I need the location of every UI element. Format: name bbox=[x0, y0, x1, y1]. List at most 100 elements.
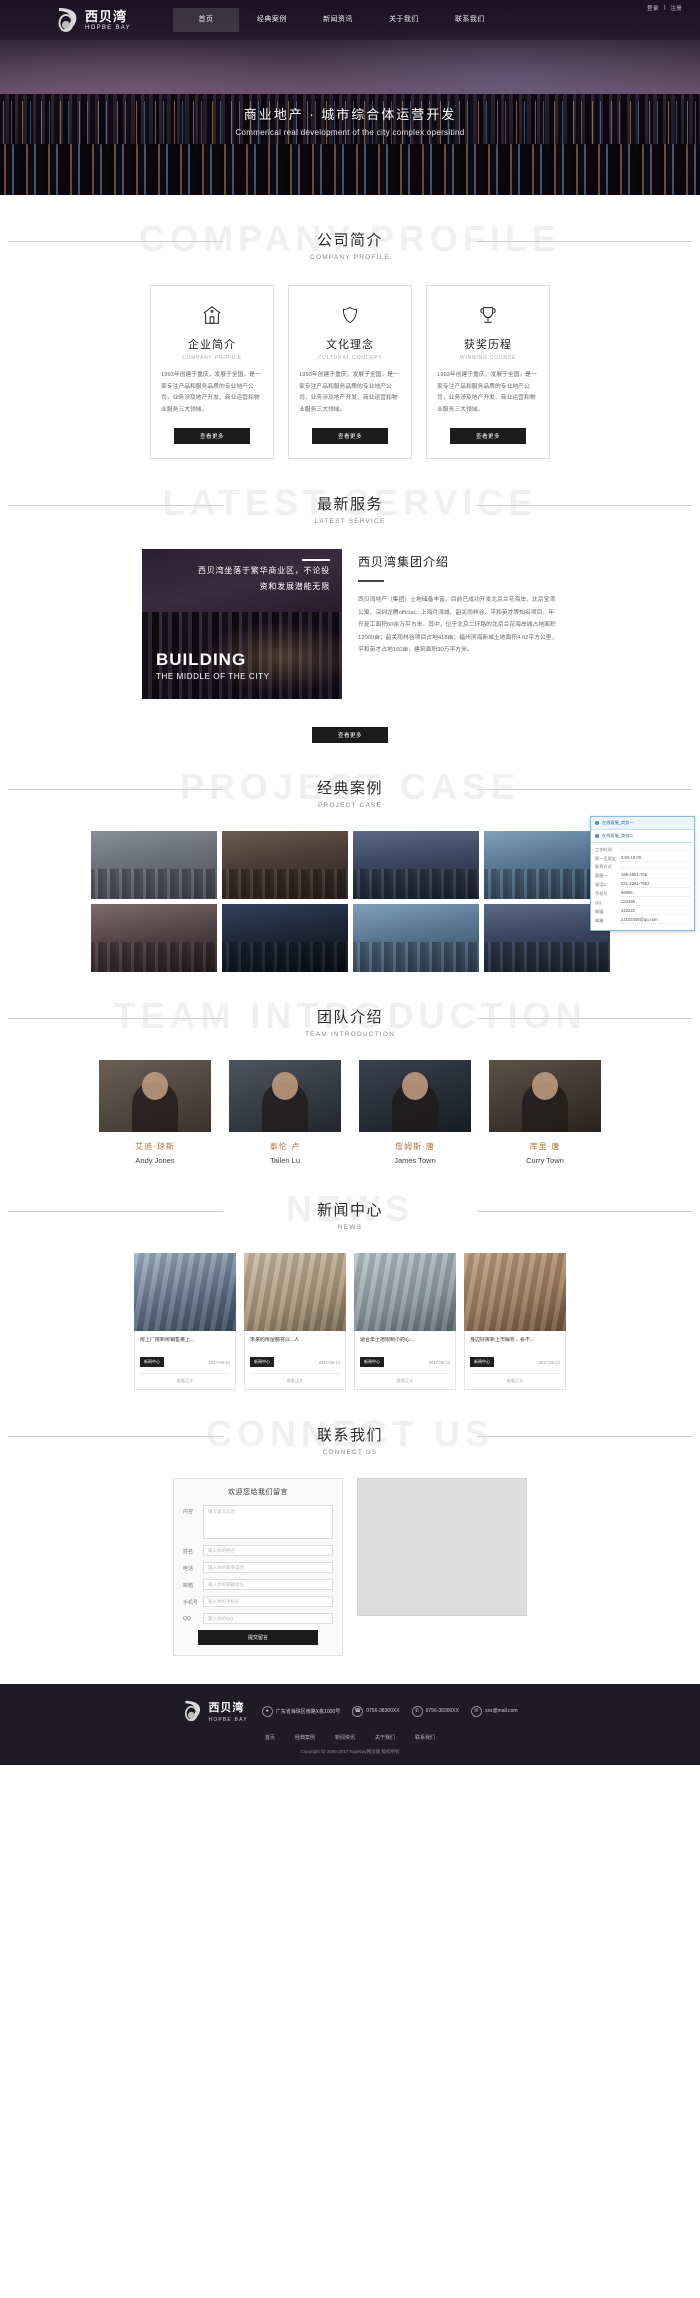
section-header-news: NEWS 新闻中心 NEWS bbox=[0, 1165, 700, 1231]
widget-key: 电话2 bbox=[595, 881, 606, 887]
team-member-photo bbox=[229, 1060, 341, 1133]
footer-email: ✉ xxx@mail.com bbox=[470, 1705, 518, 1717]
section-subtitle: NEWS bbox=[337, 1224, 363, 1232]
form-heading: 欢迎您给我们留言 bbox=[228, 1489, 288, 1497]
section-header-team: TEAM INTRODUCTION 团队介绍 TEAM INTRODUCTION bbox=[0, 972, 700, 1038]
footer-copyright: Copyright @ 2006-2017 hopebay网页版 版权所有 bbox=[300, 1749, 400, 1755]
news-read-more[interactable]: 查看正文 bbox=[140, 1373, 230, 1384]
field-label: 姓名 bbox=[183, 1549, 194, 1556]
form-field-content: 内容 填写留言信息 bbox=[183, 1505, 333, 1540]
field-label: 电话 bbox=[183, 1566, 194, 1573]
section-title: 新闻中心 bbox=[316, 1202, 383, 1220]
widget-value bbox=[621, 866, 690, 869]
footer-nav-contact[interactable]: 联系我们 bbox=[415, 1734, 435, 1741]
phone-icon: ☎ bbox=[352, 1705, 364, 1717]
news-card[interactable]: 房上厂房新房销售量上... 新闻中心 2017-09-12 查看正文 bbox=[134, 1253, 236, 1391]
case-thumbnail[interactable] bbox=[221, 831, 348, 900]
footer-logo[interactable]: 西贝湾 HOPBE BAY bbox=[182, 1698, 247, 1724]
service-block: 西贝湾坐落于繁华商业区，不论投 资和发展潜能无限 BUILDING THE MI… bbox=[0, 549, 700, 700]
card-body-text: 1993年创建于重庆，发展于全国，是一家专注产品和服务品质的专业地产公司，业务涉… bbox=[299, 372, 399, 413]
message-form: 欢迎您给我们留言 内容 填写留言信息 姓名 输入你的姓名 电话 输入你的联系电话… bbox=[173, 1478, 343, 1657]
widget-row: 邮编 222222 bbox=[595, 908, 690, 916]
profile-card[interactable]: 企业简介 COMPANY PROFILE 1993年创建于重庆，发展于全国，是一… bbox=[150, 285, 274, 460]
widget-value: 222222 bbox=[621, 908, 690, 916]
utility-separator: | bbox=[663, 5, 666, 11]
team-member[interactable]: 库里·唐 Curry Town bbox=[489, 1060, 601, 1165]
view-more-button[interactable]: 查看更多 bbox=[450, 428, 526, 445]
team-member[interactable]: 艾迪·琼斯 Andy Jones bbox=[99, 1060, 211, 1165]
telephone-icon: ✆ bbox=[411, 1705, 423, 1717]
section-subtitle: TEAM INTRODUCTION bbox=[304, 1031, 396, 1039]
hero-title-cn: 商业地产 · 城市综合体运营开发 bbox=[243, 107, 457, 122]
widget-key: 邮编 bbox=[595, 908, 604, 914]
view-more-button[interactable]: 查看更多 bbox=[312, 428, 388, 445]
footer-nav: 首页 经典案例 新闻资讯 关于我们 联系我们 bbox=[0, 1734, 700, 1741]
submit-button[interactable]: 提交留言 bbox=[198, 1630, 318, 1646]
news-title: 身边好房新上市解析，看不... bbox=[470, 1337, 535, 1344]
field-label: QQ bbox=[183, 1616, 191, 1623]
section-header-profile: COMPANY PROFILE 公司简介 COMPANY PROFILE bbox=[0, 195, 700, 261]
news-title: 房上厂房新房销售量上... bbox=[140, 1337, 195, 1344]
footer-nav-news[interactable]: 新闻资讯 bbox=[335, 1734, 355, 1741]
news-card[interactable]: 未来的房屋都将以...人 新闻中心 2017-09-12 查看正文 bbox=[244, 1253, 346, 1391]
view-more-button[interactable]: 查看更多 bbox=[174, 428, 250, 445]
news-read-more[interactable]: 查看正文 bbox=[250, 1373, 340, 1384]
team-member[interactable]: 泰伦·卢 Tailen Lu bbox=[229, 1060, 341, 1165]
mobile-input[interactable]: 输入你的手机号 bbox=[203, 1596, 333, 1608]
team-member-name-cn: 艾迪·琼斯 bbox=[135, 1142, 175, 1152]
news-title: 适合年士地限制小的心... bbox=[360, 1337, 415, 1344]
login-link[interactable]: 登录 bbox=[647, 4, 659, 12]
case-thumbnail[interactable] bbox=[221, 904, 348, 973]
case-thumbnail[interactable] bbox=[90, 831, 217, 900]
team-member-name-cn: 泰伦·卢 bbox=[269, 1142, 301, 1152]
profile-card[interactable]: 获奖历程 WINNING COURSE 1993年创建于重庆，发展于全国，是一家… bbox=[426, 285, 550, 460]
footer-nav-home[interactable]: 首页 bbox=[265, 1734, 275, 1741]
news-read-more[interactable]: 查看正文 bbox=[470, 1373, 560, 1384]
footer-email-text: xxx@mail.com bbox=[484, 1708, 518, 1715]
widget-value: 66586 bbox=[621, 890, 690, 898]
card-body-text: 1993年创建于重庆，发展于全国，是一家专注产品和服务品质的专业地产公司，业务涉… bbox=[437, 372, 537, 413]
service-tab-label: 在线客服_商务一 bbox=[602, 820, 634, 826]
widget-row: 手机号 66586 bbox=[595, 890, 690, 898]
phone-input[interactable]: 输入你的联系电话 bbox=[203, 1562, 333, 1574]
register-link[interactable]: 注册 bbox=[670, 4, 682, 12]
footer-nav-cases[interactable]: 经典案例 bbox=[295, 1734, 315, 1741]
form-field-phone: 电话 输入你的联系电话 bbox=[183, 1562, 333, 1574]
online-service-widget[interactable]: 在线客服_商务一 在线客服_商务二 工作时间 周一至周五 8:00-18:00 联… bbox=[590, 816, 695, 932]
card-subtitle: WINNING COURSE bbox=[459, 355, 517, 361]
team-list: 艾迪·琼斯 Andy Jones 泰伦·卢 Tailen Lu 詹姆斯·唐 Ja… bbox=[0, 1060, 700, 1165]
form-field-name: 姓名 输入你的姓名 bbox=[183, 1545, 333, 1557]
news-card[interactable]: 适合年士地限制小的心... 新闻中心 2017-09-13 查看正文 bbox=[354, 1253, 456, 1391]
team-member-name-cn: 詹姆斯·唐 bbox=[395, 1142, 435, 1152]
case-thumbnail[interactable] bbox=[352, 904, 479, 973]
news-list: 房上厂房新房销售量上... 新闻中心 2017-09-12 查看正文 未来的房屋… bbox=[0, 1253, 700, 1391]
contact-block: 欢迎您给我们留言 内容 填写留言信息 姓名 输入你的姓名 电话 输入你的联系电话… bbox=[0, 1478, 700, 1657]
team-member-photo bbox=[489, 1060, 601, 1133]
email-input[interactable]: 输入你的邮箱地址 bbox=[203, 1579, 333, 1591]
news-date: 2017-09-12 bbox=[318, 1359, 340, 1365]
content-textarea[interactable]: 填写留言信息 bbox=[203, 1505, 333, 1540]
name-input[interactable]: 输入你的姓名 bbox=[203, 1545, 333, 1557]
footer-contact-info: ● 广东省海珠区南路X栋1000号 ☎ 0756-38300XX ✆ 0756-… bbox=[261, 1705, 518, 1717]
view-more-button[interactable]: 查看更多 bbox=[312, 727, 388, 744]
case-thumbnail[interactable] bbox=[90, 904, 217, 973]
service-tab-1[interactable]: 在线客服_商务一 bbox=[591, 817, 694, 831]
news-card[interactable]: 身边好房新上市解析，看不... 新闻中心 2017-09-12 查看正文 bbox=[464, 1253, 566, 1391]
logo-text-en: HOPBE BAY bbox=[85, 24, 131, 31]
service-cta-wrap: 查看更多 bbox=[0, 715, 700, 744]
widget-value: 123456 bbox=[621, 899, 690, 907]
card-body-text: 1993年创建于重庆，发展于全国，是一家专注产品和服务品质的专业地产公司，业务涉… bbox=[161, 372, 261, 413]
widget-value: 22102406@qq.com bbox=[621, 917, 690, 925]
footer-phone: ☎ 0756-38300XX bbox=[352, 1705, 400, 1717]
news-read-more[interactable]: 查看正文 bbox=[360, 1373, 450, 1384]
profile-card-list: 企业简介 COMPANY PROFILE 1993年创建于重庆，发展于全国，是一… bbox=[0, 285, 700, 460]
service-image-caption: 西贝湾坐落于繁华商业区，不论投 资和发展潜能无限 bbox=[142, 563, 330, 593]
service-image: 西贝湾坐落于繁华商业区，不论投 资和发展潜能无限 BUILDING THE MI… bbox=[142, 549, 342, 700]
team-member[interactable]: 詹姆斯·唐 James Town bbox=[359, 1060, 471, 1165]
footer-nav-about[interactable]: 关于我们 bbox=[375, 1734, 395, 1741]
service-tab-2[interactable]: 在线客服_商务二 bbox=[591, 830, 694, 844]
qq-input[interactable]: 输入你的QQ bbox=[203, 1613, 333, 1625]
case-thumbnail[interactable] bbox=[352, 831, 479, 900]
profile-card[interactable]: 文化理念 CULTURAL CONCEPT 1993年创建于重庆，发展于全国，是… bbox=[288, 285, 412, 460]
location-map[interactable] bbox=[357, 1478, 527, 1617]
